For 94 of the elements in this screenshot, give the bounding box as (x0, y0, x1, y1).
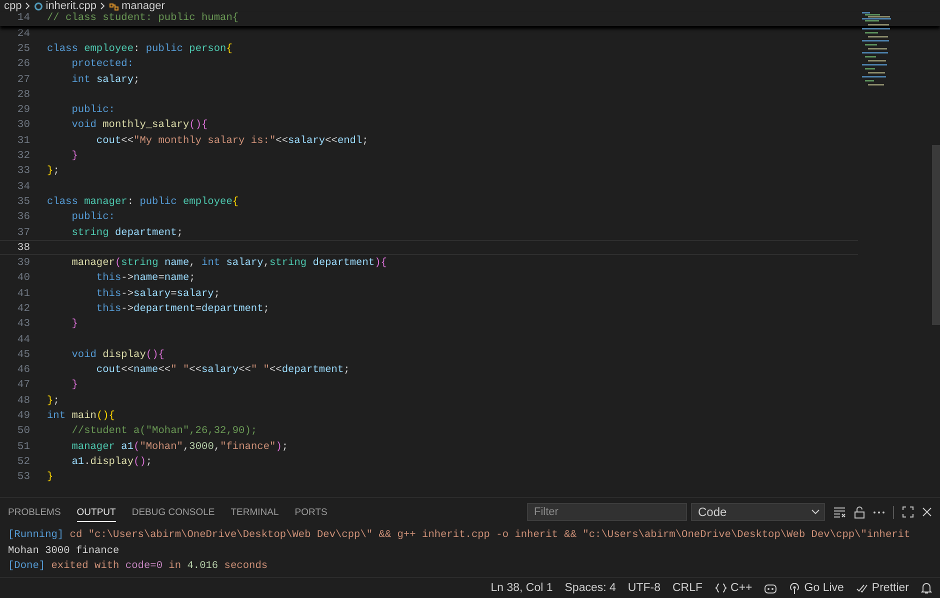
line-number: 52 (16, 456, 31, 468)
bell-icon[interactable] (921, 582, 932, 594)
line-number: 42 (16, 302, 31, 315)
line-number: 49 (16, 410, 31, 422)
code-line: manager a1("Mohan",3000,"finance"); (70, 440, 288, 453)
code-line: //student a("Mohan",26,32,90); (70, 425, 258, 438)
copilot-icon[interactable] (764, 582, 778, 594)
breadcrumb-item[interactable]: inherit.cpp (46, 0, 97, 12)
code-line: }; (47, 394, 60, 407)
broadcast-icon (789, 582, 800, 594)
code-line: this->department=department; (95, 302, 270, 315)
line-number: 37 (16, 226, 31, 238)
code-line: class employee: public person{ (47, 42, 232, 55)
line-number: 31 (16, 134, 31, 147)
line-number: 25 (16, 42, 31, 55)
breadcrumb-item[interactable]: manager (122, 0, 165, 12)
panel-tab[interactable]: TERMINAL (230, 502, 279, 522)
output-line: [Done] exited with code=0 in 4.016 seconds (8, 559, 269, 574)
chevron-down-icon (811, 509, 820, 515)
code-line: a1.display(); (70, 456, 152, 468)
line-number: 39 (16, 257, 31, 270)
clear-output-icon[interactable] (833, 506, 846, 518)
cpp-file-icon (34, 2, 43, 10)
line-number: 26 (16, 58, 31, 70)
code-line: cout<<name<<" "<<salary<<" "<<department; (95, 364, 350, 376)
code-line: this->name=name; (95, 272, 196, 284)
code-line: int salary; (70, 74, 140, 86)
code-line: class manager: public employee{ (47, 196, 239, 208)
line-number: 50 (16, 425, 31, 438)
line-number: 34 (16, 180, 31, 193)
unlock-icon[interactable] (854, 506, 865, 518)
code-line: public: (70, 211, 115, 224)
line-number: 53 (16, 471, 31, 484)
panel-tab[interactable]: PROBLEMS (8, 502, 61, 522)
line-number: 27 (16, 74, 31, 86)
status-item[interactable]: C++ (714, 582, 752, 594)
code-line: void monthly_salary(){ (70, 119, 208, 132)
code-line: void display(){ (70, 348, 164, 361)
line-number: 32 (16, 150, 31, 162)
status-item[interactable]: UTF-8 (628, 582, 660, 594)
more-icon[interactable] (873, 510, 885, 514)
line-number: 43 (16, 318, 31, 330)
code-line: string department; (70, 226, 183, 238)
status-item[interactable]: Prettier (856, 582, 909, 594)
double-check-icon (856, 584, 868, 592)
line-number: 40 (16, 272, 31, 284)
line-number: 48 (16, 394, 31, 407)
divider-icon (893, 506, 894, 518)
chevron-icon (24, 2, 31, 10)
status-item[interactable]: Ln 38, Col 1 (490, 582, 553, 594)
panel-tab[interactable]: OUTPUT (76, 502, 116, 522)
line-number: 38 (16, 242, 31, 254)
line-number: 41 (16, 288, 31, 300)
line-number: 36 (16, 211, 31, 224)
line-number: 29 (16, 104, 31, 116)
line-number: 35 (16, 196, 31, 208)
output-line: Mohan 3000 finance (8, 544, 120, 559)
line-number: 30 (16, 119, 31, 132)
code-line: }; (47, 165, 60, 178)
line-number: 33 (16, 165, 31, 178)
code-line: } (70, 318, 78, 330)
chevron-icon (100, 2, 106, 10)
code-line: manager(string name, int salary,string department){ (70, 257, 387, 270)
line-number: 24 (16, 28, 31, 40)
line-number: 28 (16, 88, 31, 101)
line-number: 51 (16, 440, 31, 453)
code-line: protected: (70, 58, 134, 70)
scrollbar-thumb[interactable] (932, 145, 940, 325)
code-line: cout<<"My monthly salary is:"<<salary<<endl; (95, 134, 368, 147)
code-line: int main(){ (47, 410, 115, 422)
panel-tab[interactable]: PORTS (294, 502, 328, 522)
code-line: public: (70, 104, 115, 116)
code-line: } (70, 150, 78, 162)
braces-icon (714, 583, 727, 593)
status-item[interactable]: Spaces: 4 (564, 582, 616, 594)
code-line: } (70, 379, 78, 392)
line-number: 44 (16, 334, 31, 346)
line-number: 46 (16, 364, 31, 376)
line-number: 47 (16, 379, 31, 392)
line-number: 45 (16, 348, 31, 361)
status-item[interactable]: Go Live (789, 582, 844, 594)
output-channel-dropdown[interactable]: Code (691, 503, 825, 521)
line-number: 14 (16, 12, 31, 26)
maximize-icon[interactable] (902, 506, 914, 518)
breadcrumb-item[interactable]: cpp (4, 0, 22, 12)
panel-tab[interactable]: DEBUG CONSOLE (132, 502, 215, 522)
output-line: [Running] cd "c:\Users\abirm\OneDrive\Desktop\Web Dev\cpp\" && g++ inherit.cpp -o inherit && "c:\Users\abirm\OneDrive\Desktop\Web Dev\cpp\"inherit (8, 528, 912, 543)
code-line: this->salary=salary; (95, 288, 220, 300)
status-item[interactable]: CRLF (672, 582, 703, 594)
code-line: // class student: public human{ (47, 12, 239, 26)
code-line: } (47, 471, 54, 484)
class-icon (108, 2, 119, 10)
filter-field[interactable]: Filter (527, 503, 687, 521)
close-icon[interactable] (922, 507, 932, 517)
